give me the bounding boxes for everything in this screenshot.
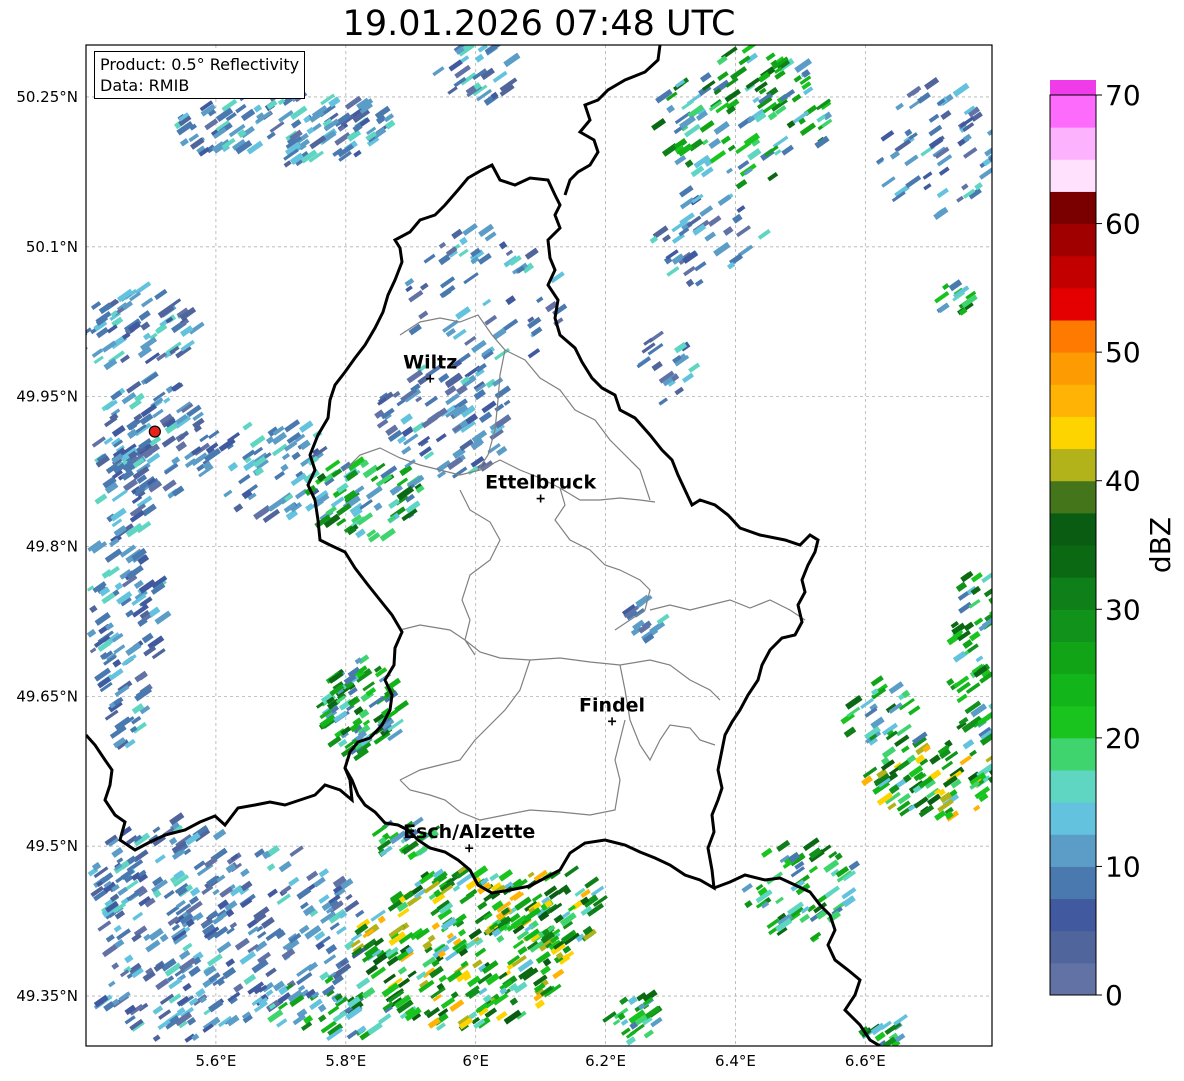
info-box: Product: 0.5° Reflectivity Data: RMIB (94, 51, 306, 99)
colorbar-swatch (1050, 352, 1096, 385)
data-source-text: Data: RMIB (100, 76, 190, 95)
colorbar-tick-label: 60 (1105, 208, 1141, 241)
lon-tick-label: 6.4°E (715, 1052, 756, 1070)
colorbar-swatch (1050, 480, 1096, 514)
colorbar-tick-label: 0 (1105, 979, 1123, 1012)
lat-tick-label: 49.65°N (16, 687, 78, 705)
colorbar-swatch (1050, 802, 1096, 835)
colorbar-swatch (1050, 705, 1096, 739)
colorbar-tick-label: 30 (1105, 593, 1141, 626)
colorbar-swatch (1050, 127, 1096, 160)
city-label: Wiltz (403, 352, 457, 374)
lat-tick-label: 49.35°N (16, 987, 78, 1005)
radar-echo (86, 318, 87, 329)
lat-tick-label: 49.8°N (26, 537, 78, 555)
colorbar-swatch (1050, 80, 1096, 96)
colorbar-swatch (1050, 255, 1096, 289)
colorbar-swatch (1050, 384, 1096, 417)
lat-tick-label: 50.25°N (16, 88, 78, 106)
colorbar-tick-label: 50 (1105, 336, 1141, 369)
city-label: Esch/Alzette (403, 821, 535, 843)
city-label: Ettelbruck (485, 472, 596, 494)
colorbar-tick-label: 10 (1105, 850, 1141, 883)
radar-echo (72, 333, 83, 343)
colorbar-ticks: 0 10 20 30 40 50 60 70 (1096, 80, 1141, 1012)
lat-tick-label: 49.5°N (26, 837, 78, 855)
radar-map[interactable]: 50.25°N 50.1°N 49.95°N 49.8°N 49.65°N 49.5°N 4… (0, 0, 1000, 1081)
colorbar-swatch (1050, 930, 1096, 964)
colorbar-swatch (1050, 962, 1096, 996)
colorbar-tick-label: 20 (1105, 722, 1141, 755)
colorbar-swatch (1050, 834, 1096, 867)
colorbar-unit-label: dBZ (1144, 517, 1177, 573)
lon-tick-label: 5.6°E (195, 1052, 236, 1070)
lon-tick-label: 6°E (462, 1052, 489, 1070)
radar-echo (991, 684, 992, 699)
colorbar-swatch (1050, 673, 1096, 707)
radar-site-marker (148, 425, 161, 438)
colorbar-swatch (1050, 737, 1096, 771)
colorbar-swatch (1050, 512, 1096, 546)
colorbar-swatch (1050, 770, 1096, 803)
lon-tick-label: 5.8°E (325, 1052, 366, 1070)
colorbar-swatch (1050, 866, 1096, 900)
colorbar-swatch (1050, 416, 1096, 450)
colorbar-swatch (1050, 448, 1096, 482)
colorbar-swatch (1050, 641, 1096, 675)
radar-echo (992, 685, 1000, 697)
lat-tick-label: 50.1°N (26, 238, 78, 256)
colorbar-swatches (1050, 80, 1096, 996)
lon-tick-label: 6.2°E (585, 1052, 626, 1070)
product-text: Product: 0.5° Reflectivity (100, 55, 300, 74)
city-label: Findel (579, 694, 645, 716)
colorbar-swatch (1050, 287, 1096, 321)
radar-echo (995, 764, 1000, 777)
colorbar-swatch (1050, 320, 1096, 353)
colorbar-swatch (1050, 191, 1096, 225)
radar-echo (998, 780, 1000, 789)
colorbar-swatch (1050, 545, 1096, 578)
colorbar-swatch (1050, 159, 1096, 192)
colorbar-tick-label: 40 (1105, 465, 1141, 498)
lat-tick-label: 49.95°N (16, 388, 78, 406)
colorbar-tick-label: 70 (1105, 80, 1141, 112)
colorbar-swatch (1050, 577, 1096, 610)
colorbar-swatch (1050, 898, 1096, 932)
colorbar-swatch (1050, 95, 1096, 128)
colorbar: 0 10 20 30 40 50 60 70 dBZ (1049, 80, 1177, 1012)
lon-tick-label: 6.6°E (845, 1052, 886, 1070)
radar-echo (73, 319, 82, 327)
colorbar-swatch (1050, 223, 1096, 257)
colorbar-swatch (1050, 609, 1096, 642)
